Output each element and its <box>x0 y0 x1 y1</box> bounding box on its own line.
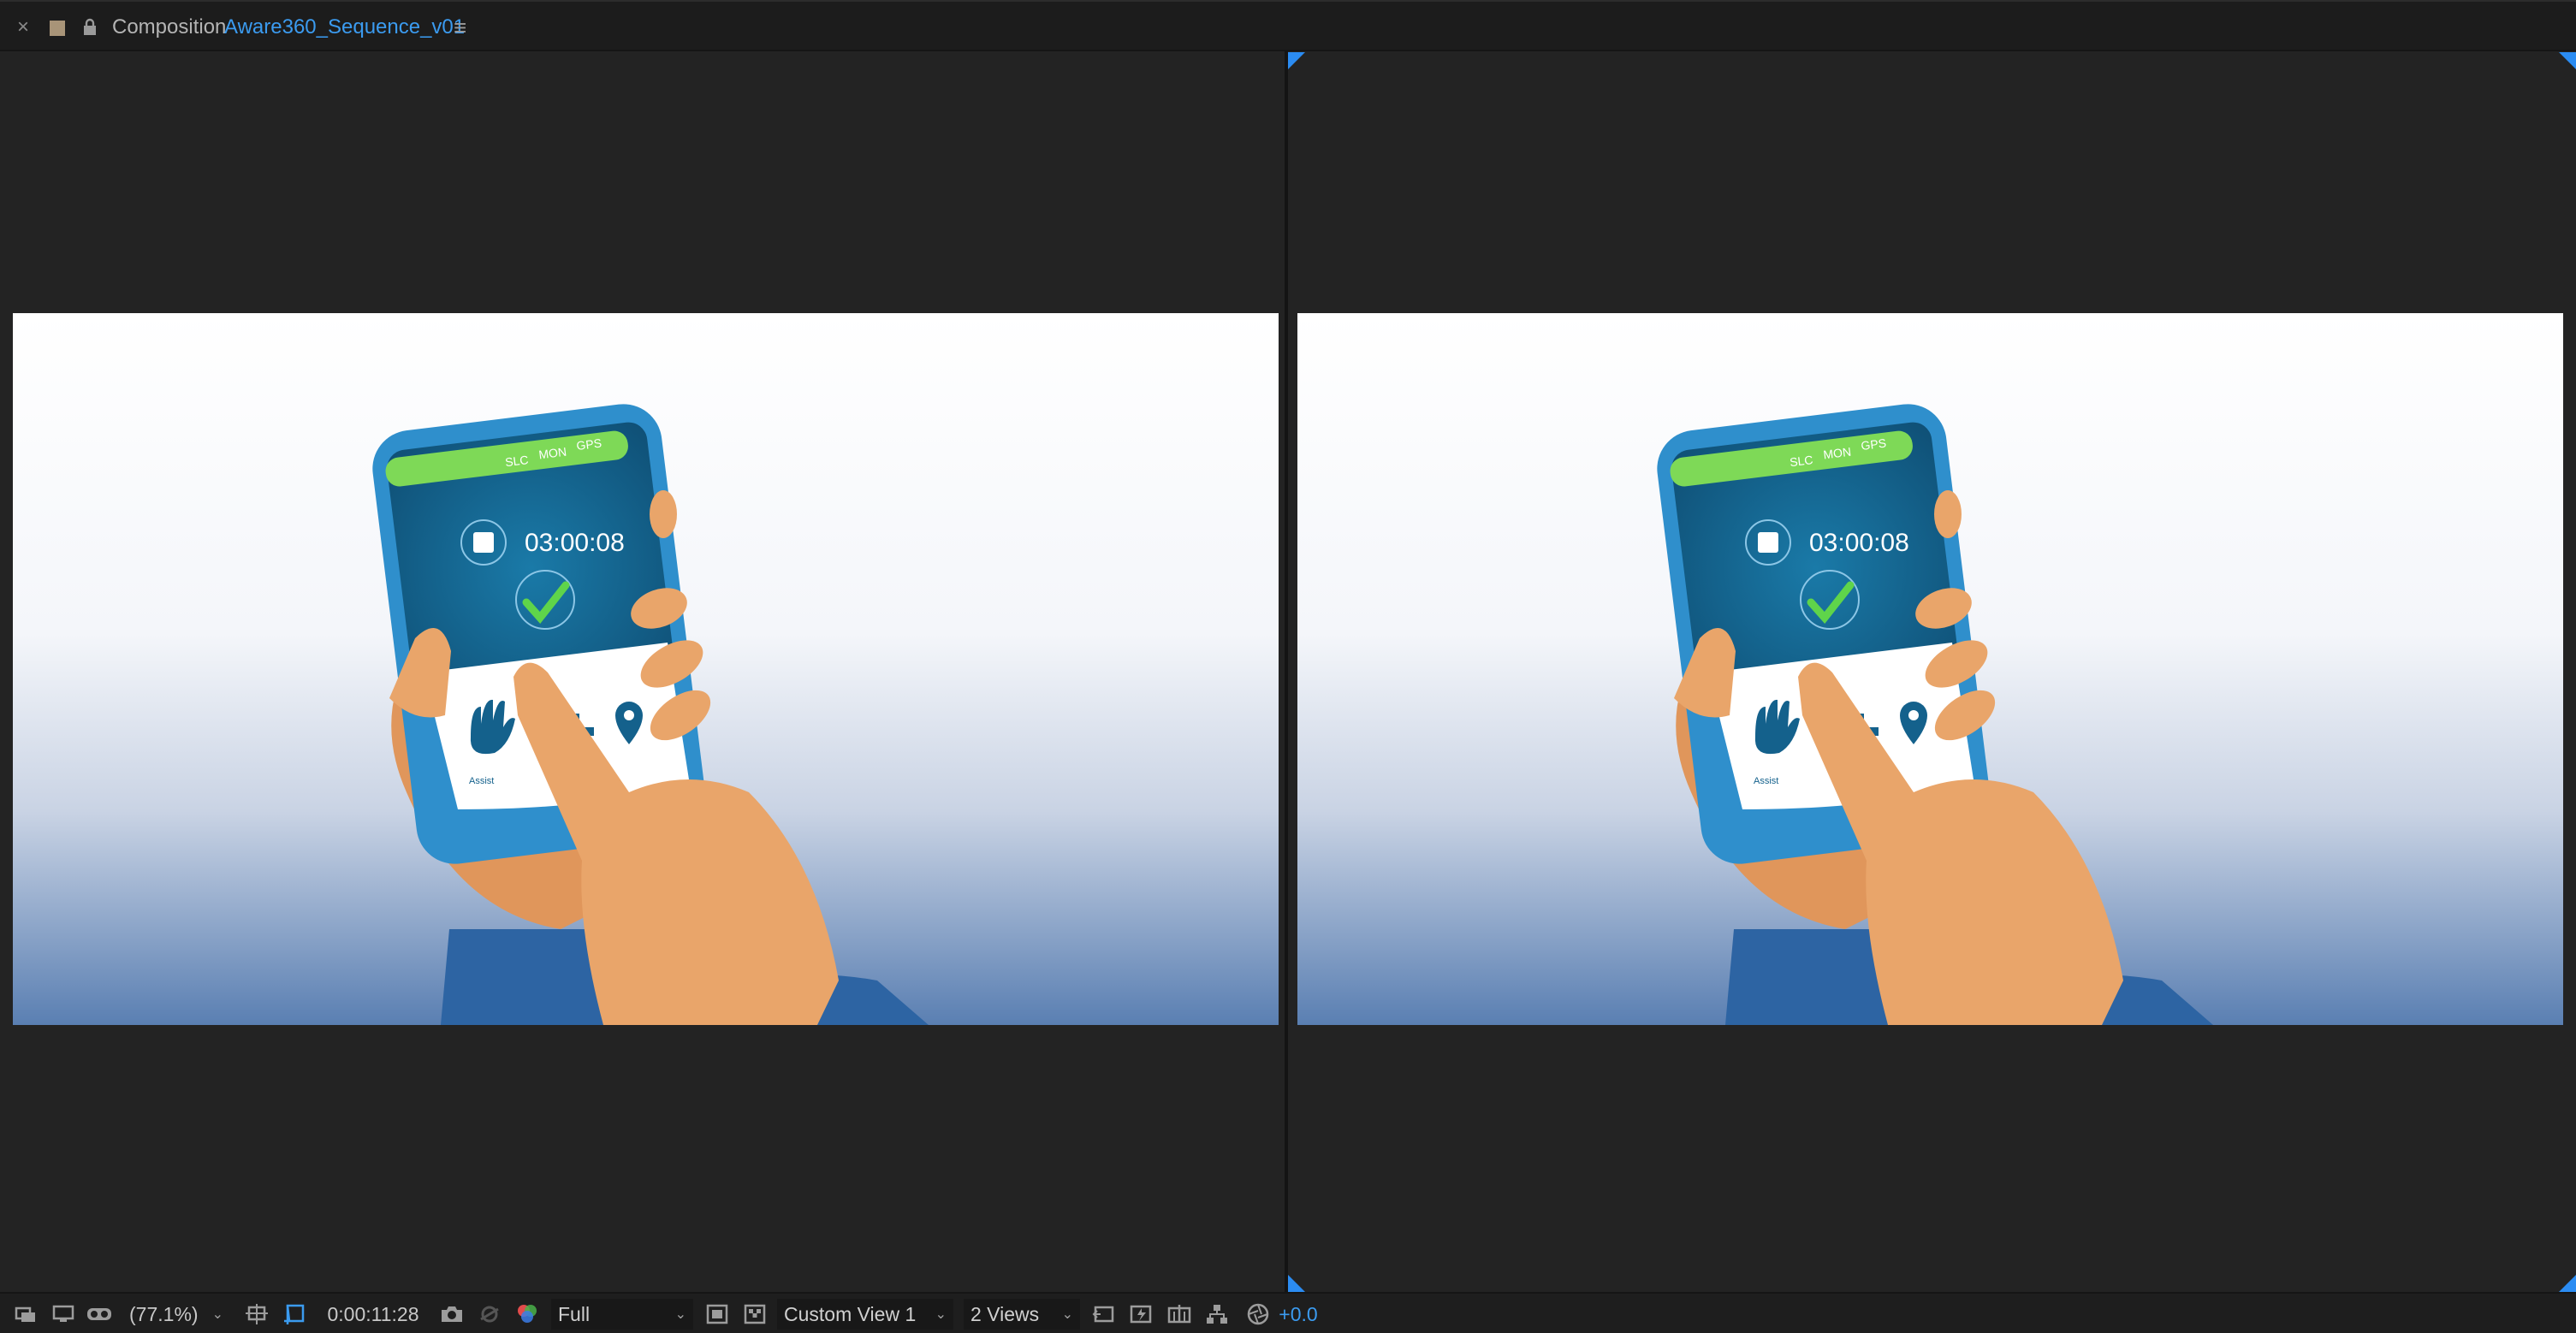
show-snapshot-icon[interactable] <box>472 1294 507 1333</box>
chevron-down-icon: ⌄ <box>674 1307 686 1322</box>
active-view-marker <box>1288 52 1305 69</box>
zoom-value: (77.1%) <box>129 1302 199 1325</box>
view-layout-dropdown[interactable]: 2 Views ⌄ <box>964 1299 1080 1330</box>
color-channels-icon[interactable] <box>510 1294 544 1333</box>
view-dropdown[interactable]: Custom View 1 ⌄ <box>777 1299 953 1330</box>
view-layout-value: 2 Views <box>970 1302 1040 1325</box>
panel-menu-icon[interactable]: ≡ <box>454 2 466 53</box>
resolution-value: Full <box>558 1302 591 1325</box>
frame-illustration: SLC MON GPS 03:00:08 Assist <box>13 313 1279 1025</box>
status-tag: SLC <box>1789 453 1813 469</box>
viewer-toolbar: (77.1%) ⌄ 0:00:11:28 Full ⌄ Custom View … <box>0 1292 2576 1333</box>
composition-name-tab[interactable]: Aware360_Sequence_v01 <box>224 2 465 53</box>
exposure-icon[interactable] <box>1241 1294 1275 1333</box>
current-time-field[interactable]: 0:00:11:28 <box>322 1294 424 1333</box>
toggle-mask-icon[interactable] <box>700 1294 734 1333</box>
active-view-marker <box>2559 1275 2576 1292</box>
transparency-grid-icon[interactable] <box>738 1294 772 1333</box>
active-view-marker <box>2559 52 2576 69</box>
view-value: Custom View 1 <box>784 1302 917 1325</box>
vr-goggles-icon[interactable] <box>82 1294 116 1333</box>
zoom-dropdown[interactable]: (77.1%) ⌄ <box>125 1294 228 1333</box>
panel-header: × Composition Aware360_Sequence_v01 ≡ <box>0 0 2576 51</box>
phone-timer: 03:00:08 <box>525 529 625 557</box>
panel-label: Composition <box>112 15 227 39</box>
flowchart-icon[interactable] <box>1200 1294 1234 1333</box>
phone-button-label: Assist <box>1754 776 1778 786</box>
chevron-down-icon: ⌄ <box>1061 1307 1073 1322</box>
frame-illustration: SLC MON GPS 03:00:08 Assist <box>1297 313 2563 1025</box>
fast-preview-icon[interactable] <box>1125 1294 1159 1333</box>
status-tag: SLC <box>504 453 529 469</box>
chevron-down-icon: ⌄ <box>211 1307 223 1322</box>
composition-frame-left[interactable]: SLC MON GPS 03:00:08 Assist <box>13 313 1279 1025</box>
timecode: 0:00:11:28 <box>327 1302 419 1325</box>
active-view-marker <box>1288 1275 1305 1292</box>
lock-icon[interactable] <box>82 2 98 53</box>
phone-button-label: Assist <box>469 776 494 786</box>
always-preview-icon[interactable] <box>9 1294 43 1333</box>
close-icon[interactable]: × <box>17 2 29 53</box>
composition-panel: × Composition Aware360_Sequence_v01 ≡ SL… <box>0 0 2576 1333</box>
grid-guides-icon[interactable] <box>240 1294 274 1333</box>
exposure-value[interactable]: +0.0 <box>1277 1294 1320 1333</box>
monitor-icon[interactable] <box>46 1294 80 1333</box>
composition-icon <box>50 21 65 36</box>
region-of-interest-icon[interactable] <box>277 1294 312 1333</box>
snapshot-camera-icon[interactable] <box>435 1294 469 1333</box>
resolution-dropdown[interactable]: Full ⌄ <box>551 1299 693 1330</box>
composition-frame-right[interactable]: SLC MON GPS 03:00:08 Assist <box>1297 313 2563 1025</box>
phone-timer: 03:00:08 <box>1809 529 1909 557</box>
timeline-icon[interactable] <box>1162 1294 1196 1333</box>
reset-exposure-icon[interactable] <box>1087 1294 1121 1333</box>
chevron-down-icon: ⌄ <box>935 1307 947 1322</box>
